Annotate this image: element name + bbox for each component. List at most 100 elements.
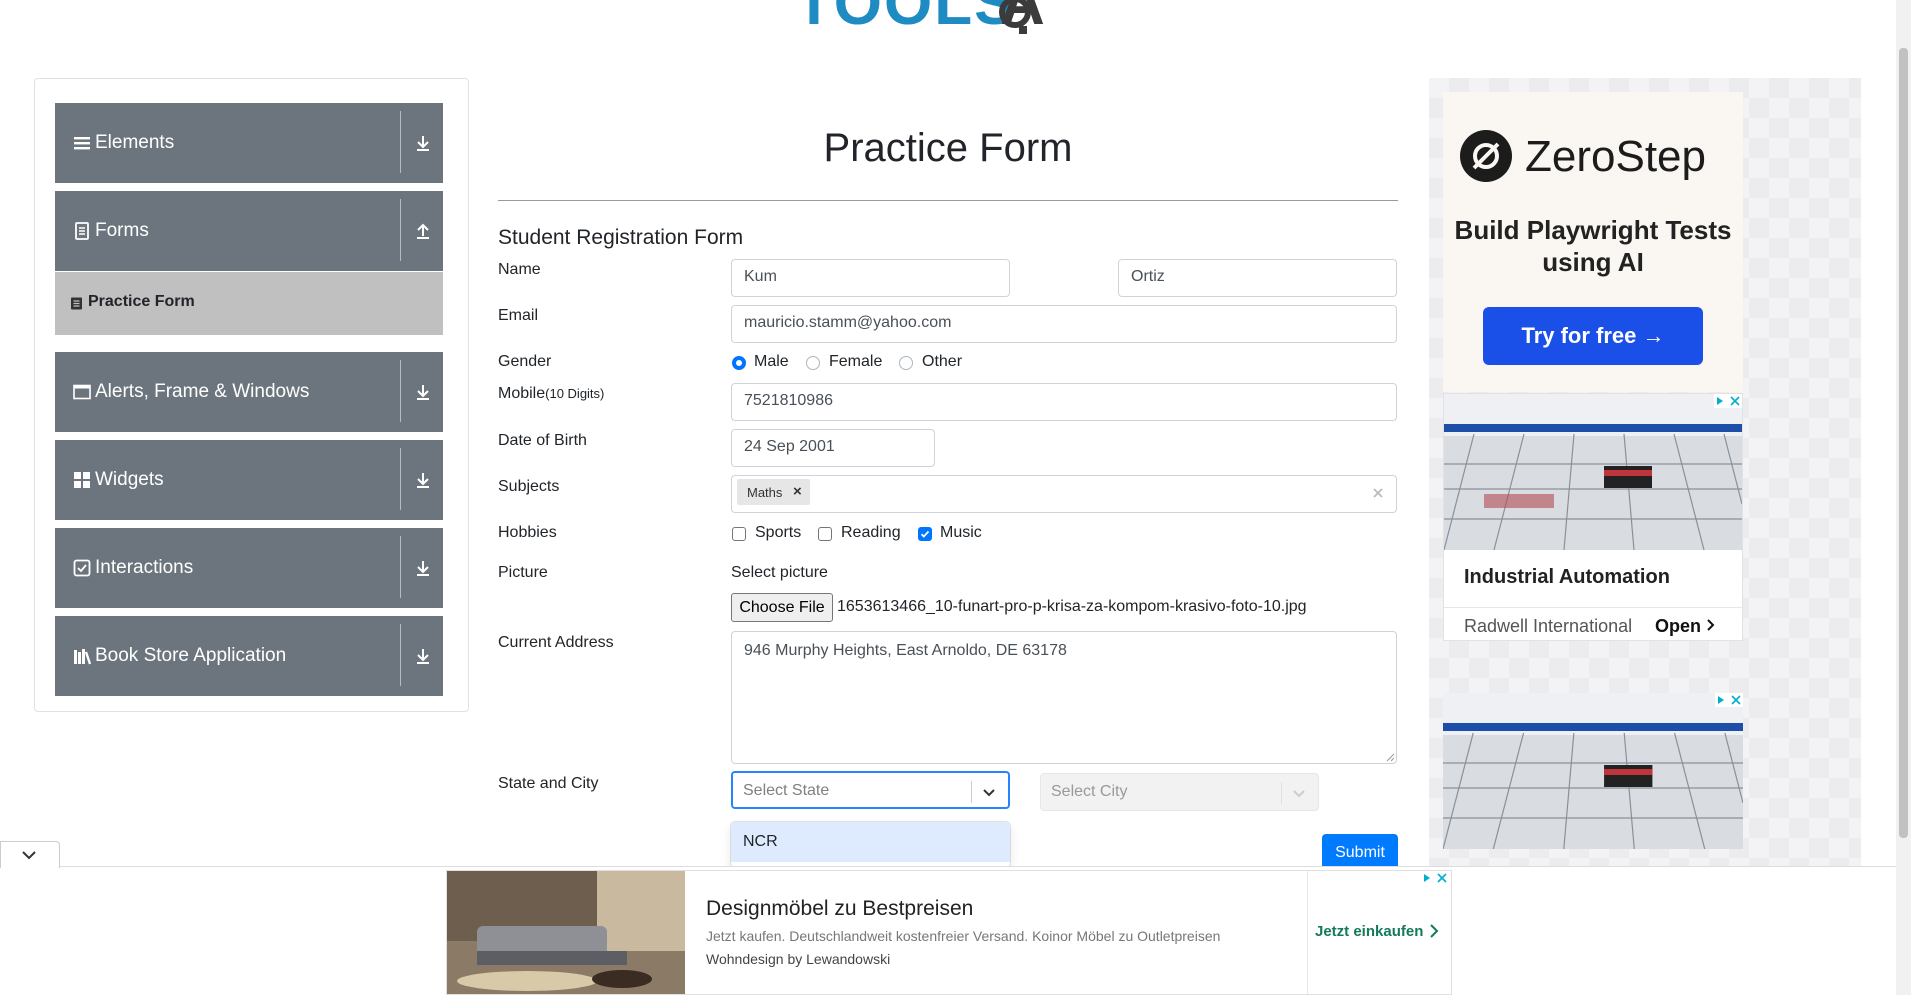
sidebar-group-label: Widgets <box>95 469 164 490</box>
page-title: Practice Form <box>823 126 1073 170</box>
subjects-label: Subjects <box>498 478 560 495</box>
ad-source: Radwell International <box>1464 616 1633 636</box>
sidebar-group-label: Alerts, Frame & Windows <box>95 381 310 402</box>
last-name-input[interactable]: Ortiz <box>1118 259 1397 297</box>
gender-radio-female[interactable] <box>806 356 820 370</box>
sidebar-group-widgets[interactable]: Widgets <box>55 440 443 520</box>
resize-handle-icon[interactable] <box>1386 753 1395 762</box>
zerostep-ad[interactable]: ZeroStep Build Playwright Tests using AI… <box>1443 92 1743 392</box>
download-arrow-icon <box>417 385 429 400</box>
download-arrow-icon <box>417 136 429 151</box>
hobby-option-label[interactable]: Music <box>940 524 982 542</box>
ad-source: Wohndesign by Lewandowski <box>706 951 891 967</box>
gender-option-label[interactable]: Other <box>922 353 962 371</box>
gender-label: Gender <box>498 353 552 370</box>
adchoices-icon[interactable] <box>1715 693 1743 707</box>
adchoices-icon[interactable] <box>1421 871 1449 885</box>
chevron-down-icon <box>1293 790 1305 798</box>
grid-icon <box>74 472 90 488</box>
state-placeholder: Select State <box>743 782 830 799</box>
hobby-option-label[interactable]: Sports <box>755 524 801 542</box>
current-address-label: Current Address <box>498 634 614 651</box>
clear-icon[interactable] <box>1372 487 1384 499</box>
download-arrow-icon <box>417 561 429 576</box>
divider <box>971 781 972 803</box>
ad-open-label: Open <box>1655 616 1702 636</box>
divider <box>400 111 401 173</box>
form-title: Student Registration Form <box>498 226 744 249</box>
sidebar-item-practice-form[interactable]: Practice Form <box>55 272 443 335</box>
divider <box>498 200 1398 201</box>
jetzt-einkaufen-link[interactable]: Jetzt einkaufen <box>1315 923 1423 940</box>
gender-radio-other[interactable] <box>899 356 913 370</box>
hobby-checkbox-music[interactable] <box>918 527 932 541</box>
form-icon <box>71 297 82 310</box>
download-arrow-icon <box>417 649 429 664</box>
dob-label: Date of Birth <box>498 432 587 449</box>
gender-radio-male[interactable] <box>732 356 746 370</box>
hobby-checkbox-reading[interactable] <box>818 527 832 541</box>
divider <box>1281 782 1282 804</box>
email-label: Email <box>498 307 539 324</box>
warehouse-image <box>1444 394 1742 550</box>
mobile-hint: (10 Digits) <box>545 386 605 401</box>
divider <box>1444 607 1742 608</box>
collapse-ad-button[interactable] <box>0 841 60 868</box>
zerostep-logo-icon <box>1460 130 1512 182</box>
divider <box>400 199 401 261</box>
industrial-automation-ad-2[interactable] <box>1443 693 1743 849</box>
logo-text-tools: TOOLS <box>795 0 1018 38</box>
chevron-right-icon <box>1707 619 1715 631</box>
sidebar-group-alerts[interactable]: Alerts, Frame & Windows <box>55 352 443 432</box>
mobile-label-text: Mobile <box>498 385 546 402</box>
ad-headline: Designmöbel zu Bestpreisen <box>706 897 974 920</box>
toolsqa-logo[interactable]: TOOLS A <box>795 0 1115 46</box>
gender-option-label[interactable]: Male <box>754 353 789 371</box>
choose-file-button[interactable]: Choose File <box>731 593 833 622</box>
adchoices-icon[interactable] <box>1714 394 1742 408</box>
state-dropdown-menu: NCR <box>731 822 1010 867</box>
hobby-option-label[interactable]: Reading <box>841 524 901 542</box>
designmoebel-ad[interactable]: Designmöbel zu Bestpreisen Jetzt kaufen.… <box>446 870 1452 995</box>
remove-chip-icon[interactable]: × <box>793 483 802 500</box>
scrollbar-thumb[interactable] <box>1899 48 1908 838</box>
state-select[interactable]: Select State <box>731 771 1010 809</box>
subjects-input[interactable] <box>731 475 1397 513</box>
state-option-ncr[interactable]: NCR <box>731 822 1010 862</box>
sidebar-group-elements[interactable]: Elements <box>55 103 443 183</box>
city-select[interactable]: Select City <box>1040 773 1319 811</box>
zerostep-tagline: Build Playwright Tests using AI <box>1454 215 1732 277</box>
warehouse-image <box>1443 693 1743 849</box>
chevron-right-icon <box>1430 924 1439 938</box>
sidebar-group-book-store[interactable]: Book Store Application <box>55 616 443 696</box>
checkmark-icon <box>920 530 930 538</box>
hobbies-label: Hobbies <box>498 524 557 541</box>
sidebar-group-label: Forms <box>95 220 149 241</box>
ad-headline: Industrial Automation <box>1464 566 1670 588</box>
sidebar-group-forms[interactable]: Forms <box>55 191 443 271</box>
divider <box>400 624 401 686</box>
list-icon <box>74 137 90 150</box>
first-name-input[interactable]: Kum <box>731 259 1010 297</box>
state-option-label: NCR <box>743 833 778 850</box>
email-input[interactable]: mauricio.stamm@yahoo.com <box>731 305 1397 343</box>
city-placeholder: Select City <box>1051 783 1128 800</box>
try-for-free-button[interactable]: Try for free → <box>1483 307 1703 365</box>
ad-open-link[interactable]: Open <box>1655 616 1716 637</box>
divider <box>1307 871 1308 994</box>
logo-text-qa: A <box>1000 0 1045 38</box>
divider <box>400 448 401 510</box>
zerostep-brand: ZeroStep <box>1525 132 1706 181</box>
industrial-automation-ad[interactable]: Industrial Automation Radwell Internatio… <box>1443 393 1743 641</box>
sidebar-group-interactions[interactable]: Interactions <box>55 528 443 608</box>
name-label: Name <box>498 261 541 278</box>
hobby-checkbox-sports[interactable] <box>732 527 746 541</box>
date-of-birth-input[interactable]: 24 Sep 2001 <box>731 429 935 467</box>
picture-label: Picture <box>498 564 548 581</box>
mobile-input[interactable]: 7521810986 <box>731 383 1397 421</box>
chevron-down-icon <box>22 851 36 860</box>
upload-arrow-icon <box>417 223 429 239</box>
current-address-textarea[interactable]: 946 Murphy Heights, East Arnoldo, DE 631… <box>731 631 1397 764</box>
gender-option-label[interactable]: Female <box>829 353 882 371</box>
sofa-image <box>447 871 685 994</box>
